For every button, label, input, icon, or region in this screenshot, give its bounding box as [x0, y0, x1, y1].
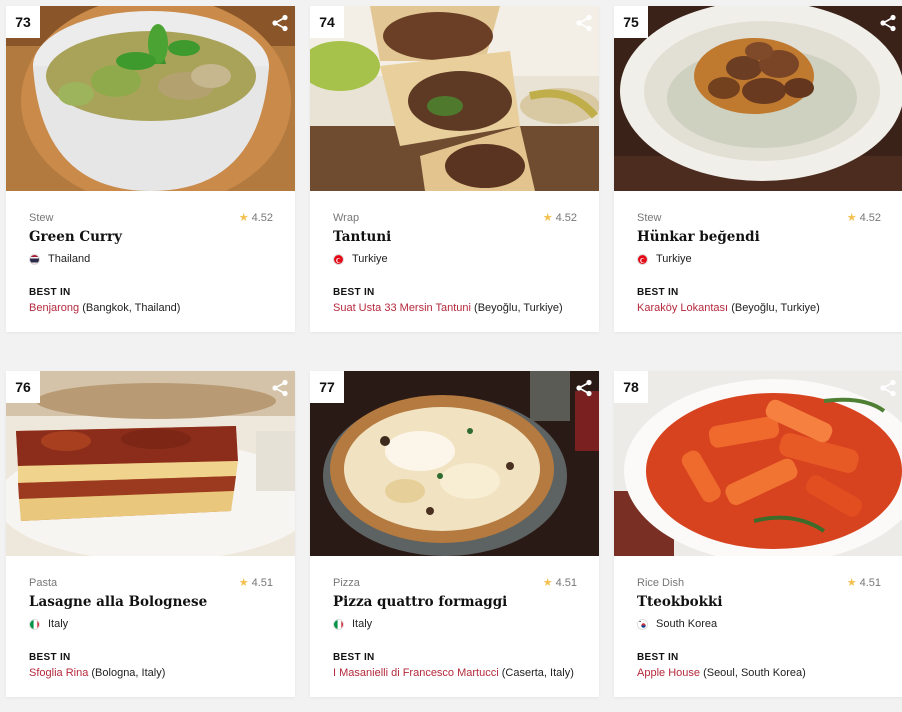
country-name: Italy	[48, 618, 69, 630]
best-in-restaurant: I Masanielli di Francesco Martucci (Case…	[333, 666, 577, 680]
star-icon: ★	[846, 577, 857, 589]
thailand-flag	[29, 253, 40, 265]
tantuni-photo[interactable]	[310, 6, 599, 191]
rating: ★ 4.51	[847, 576, 881, 590]
rating: ★ 4.51	[239, 576, 273, 590]
country-name: Thailand	[48, 253, 91, 265]
dish-name[interactable]: Tteokbokki	[637, 593, 881, 611]
country[interactable]: Turkiye	[333, 252, 577, 266]
rating: ★ 4.51	[543, 576, 577, 590]
rank-badge: 76	[6, 371, 40, 403]
rating-value: 4.51	[859, 577, 881, 589]
restaurant-location: (Beyoğlu, Turkiye)	[474, 302, 563, 314]
restaurant-link[interactable]: Sfoglia Rina	[29, 667, 88, 679]
star-icon: ★	[542, 577, 553, 589]
dish-type: Stew	[29, 212, 54, 224]
star-icon: ★	[238, 212, 249, 224]
south-korea-flag	[637, 618, 648, 630]
rank-badge: 74	[310, 6, 344, 38]
dish-name[interactable]: Tantuni	[333, 228, 577, 246]
rating: ★ 4.52	[239, 211, 273, 225]
tteokbokki-photo[interactable]	[614, 371, 902, 556]
restaurant-location: (Bologna, Italy)	[91, 667, 166, 679]
best-in-label: BEST IN	[333, 652, 375, 663]
star-icon: ★	[846, 212, 857, 224]
dish-type: Wrap	[333, 212, 360, 224]
lasagne-photo[interactable]	[6, 371, 295, 556]
country-name: South Korea	[656, 618, 718, 630]
best-in-restaurant: Apple House (Seoul, South Korea)	[637, 666, 881, 680]
best-in-label: BEST IN	[29, 652, 71, 663]
rating-value: 4.52	[555, 212, 577, 224]
dish-card[interactable]: 73 Stew ★ 4.52 Green Curry Thailand BEST …	[6, 6, 295, 332]
dish-card[interactable]: 74 Wrap ★ 4.52 Tantuni Turkiye BEST IN Su…	[310, 6, 599, 332]
country[interactable]: Turkiye	[637, 252, 881, 266]
best-in-restaurant: Karaköy Lokantası (Beyoğlu, Turkiye)	[637, 301, 881, 315]
restaurant-location: (Caserta, Italy)	[501, 667, 574, 679]
country[interactable]: Thailand	[29, 252, 273, 266]
rating-value: 4.52	[859, 212, 881, 224]
rank-badge: 75	[614, 6, 648, 38]
country-name: Turkiye	[656, 253, 692, 265]
turkey-flag	[637, 253, 648, 265]
dish-type: Pizza	[333, 577, 360, 589]
country-name: Turkiye	[352, 253, 388, 265]
rank-badge: 73	[6, 6, 40, 38]
share-icon[interactable]	[575, 14, 593, 32]
best-in-restaurant: Sfoglia Rina (Bologna, Italy)	[29, 666, 273, 680]
dish-name[interactable]: Hünkar beğendi	[637, 228, 881, 246]
star-icon: ★	[238, 577, 249, 589]
best-in-label: BEST IN	[637, 287, 679, 298]
best-in-label: BEST IN	[637, 652, 679, 663]
dish-name[interactable]: Pizza quattro formaggi	[333, 593, 577, 611]
share-icon[interactable]	[271, 379, 289, 397]
rank-badge: 77	[310, 371, 344, 403]
green-curry-photo[interactable]	[6, 6, 295, 191]
restaurant-link[interactable]: Benjarong	[29, 302, 79, 314]
dish-name[interactable]: Green Curry	[29, 228, 273, 246]
italy-flag	[333, 618, 344, 630]
rating-value: 4.52	[251, 212, 273, 224]
restaurant-link[interactable]: Apple House	[637, 667, 700, 679]
restaurant-link[interactable]: Suat Usta 33 Mersin Tantuni	[333, 302, 471, 314]
restaurant-location: (Bangkok, Thailand)	[82, 302, 181, 314]
restaurant-link[interactable]: Karaköy Lokantası	[637, 302, 728, 314]
star-icon: ★	[542, 212, 553, 224]
country[interactable]: South Korea	[637, 617, 881, 631]
dish-card[interactable]: 77 Pizza ★ 4.51 Pizza quattro formaggi It…	[310, 371, 599, 697]
pizza-photo[interactable]	[310, 371, 599, 556]
dish-type: Rice Dish	[637, 577, 685, 589]
hunkar-begendi-photo[interactable]	[614, 6, 902, 191]
dish-card[interactable]: 76 Pasta ★ 4.51 Lasagne alla Bolognese It…	[6, 371, 295, 697]
country[interactable]: Italy	[333, 617, 577, 631]
best-in-label: BEST IN	[333, 287, 375, 298]
share-icon[interactable]	[271, 14, 289, 32]
restaurant-location: (Beyoğlu, Turkiye)	[731, 302, 820, 314]
restaurant-link[interactable]: I Masanielli di Francesco Martucci	[333, 667, 499, 679]
rating-value: 4.51	[251, 577, 273, 589]
dish-card[interactable]: 78 Rice Dish ★ 4.51 Tteokbokki South Kore…	[614, 371, 902, 697]
rank-badge: 78	[614, 371, 648, 403]
best-in-restaurant: Benjarong (Bangkok, Thailand)	[29, 301, 273, 315]
rating: ★ 4.52	[847, 211, 881, 225]
share-icon[interactable]	[879, 379, 897, 397]
share-icon[interactable]	[575, 379, 593, 397]
best-in-label: BEST IN	[29, 287, 71, 298]
rating: ★ 4.52	[543, 211, 577, 225]
rating-value: 4.51	[555, 577, 577, 589]
country-name: Italy	[352, 618, 373, 630]
best-in-restaurant: Suat Usta 33 Mersin Tantuni (Beyoğlu, Tu…	[333, 301, 577, 315]
turkey-flag	[333, 253, 344, 265]
dish-type: Pasta	[29, 577, 58, 589]
dish-name[interactable]: Lasagne alla Bolognese	[29, 593, 273, 611]
country[interactable]: Italy	[29, 617, 273, 631]
dish-card[interactable]: 75 Stew ★ 4.52 Hünkar beğendi Turkiye BES…	[614, 6, 902, 332]
restaurant-location: (Seoul, South Korea)	[703, 667, 806, 679]
italy-flag	[29, 618, 40, 630]
dish-type: Stew	[637, 212, 662, 224]
share-icon[interactable]	[879, 14, 897, 32]
